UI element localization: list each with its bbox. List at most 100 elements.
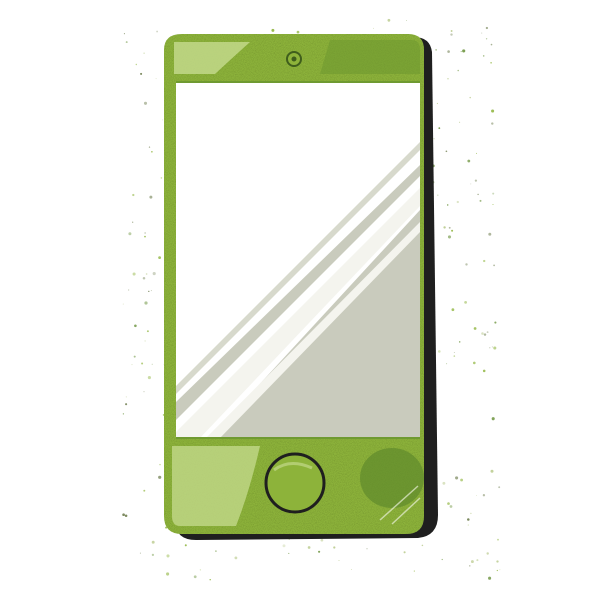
speckle [458, 341, 461, 343]
speckle [338, 559, 340, 562]
speckle [470, 183, 472, 185]
speckle [472, 361, 476, 365]
speckle [307, 546, 311, 549]
speckle [467, 524, 469, 526]
home-button-icon[interactable] [264, 452, 326, 514]
speckle [498, 486, 501, 489]
speckle [144, 340, 146, 342]
speckle [485, 38, 488, 40]
speckle [493, 264, 495, 267]
speckle [447, 78, 449, 80]
speckle [437, 194, 439, 196]
speckle [133, 355, 136, 358]
speckle [435, 49, 437, 51]
speckle [473, 327, 477, 330]
speckle [483, 333, 487, 336]
speckle [155, 78, 157, 80]
speckle [184, 544, 187, 547]
speckle [143, 489, 146, 492]
speckle [320, 538, 324, 542]
front-camera-icon [286, 51, 302, 67]
speckle [437, 350, 441, 353]
speckle [465, 263, 468, 266]
speckle [496, 560, 499, 563]
speckle [406, 20, 407, 22]
speckle [493, 346, 497, 350]
speckle [123, 33, 125, 35]
speckle [144, 235, 146, 238]
speckle [145, 273, 148, 275]
speckle [433, 138, 435, 140]
speckle [140, 72, 143, 75]
speckle [469, 565, 471, 567]
speckle [445, 150, 448, 153]
speckle [158, 475, 162, 479]
speckle [159, 463, 161, 466]
speckle [491, 346, 493, 348]
speckle [447, 50, 450, 53]
speckle [166, 554, 170, 558]
speckle [451, 229, 454, 232]
speckle [451, 308, 455, 312]
speckle [131, 364, 133, 366]
speckle [152, 272, 156, 276]
speckle [474, 179, 478, 182]
speckle [403, 551, 406, 554]
speckle [160, 177, 163, 179]
speckle [467, 518, 470, 521]
speckle [441, 558, 443, 561]
speckle [491, 122, 494, 125]
speckle [366, 548, 368, 550]
speckle [143, 391, 145, 393]
speckle [132, 221, 134, 223]
speckle [151, 150, 153, 153]
speckle [453, 355, 456, 357]
speckle [488, 232, 492, 236]
speckle [151, 553, 155, 557]
speckle [282, 544, 286, 548]
speckle [490, 61, 492, 64]
speckle [462, 49, 466, 53]
speckle [143, 52, 145, 54]
speckle [193, 575, 197, 579]
speckle [464, 301, 467, 304]
speckle [482, 369, 486, 373]
speckle [124, 514, 128, 518]
speckle [469, 96, 471, 99]
speckle [149, 195, 153, 199]
speckle [158, 256, 162, 259]
speckle [486, 331, 489, 334]
speckle [162, 119, 164, 121]
speckle [450, 30, 453, 32]
speckle [491, 109, 495, 113]
speckle [475, 495, 477, 497]
speckle [122, 303, 124, 305]
speckle [271, 28, 275, 32]
speckle [296, 30, 300, 34]
speckle [135, 63, 137, 66]
speckle [125, 41, 128, 44]
speckle [132, 193, 135, 197]
speckle [143, 101, 148, 105]
speckle [455, 476, 459, 480]
speckle [447, 502, 450, 505]
speckle [333, 546, 336, 549]
speckle [148, 290, 150, 293]
speckle [479, 199, 482, 202]
speckle [125, 396, 127, 398]
speckle [482, 55, 485, 57]
speckle [125, 403, 128, 406]
speckle [139, 552, 141, 554]
speckle [499, 569, 501, 571]
speckle [494, 321, 497, 324]
speckle [387, 18, 391, 22]
speckle [166, 572, 170, 576]
speckle [483, 259, 486, 263]
speckle [209, 578, 211, 581]
speckle [141, 362, 144, 365]
speckle [496, 569, 498, 572]
speckle [448, 226, 451, 229]
speckle [470, 560, 474, 564]
speckle [447, 235, 452, 239]
speckle [490, 469, 494, 473]
